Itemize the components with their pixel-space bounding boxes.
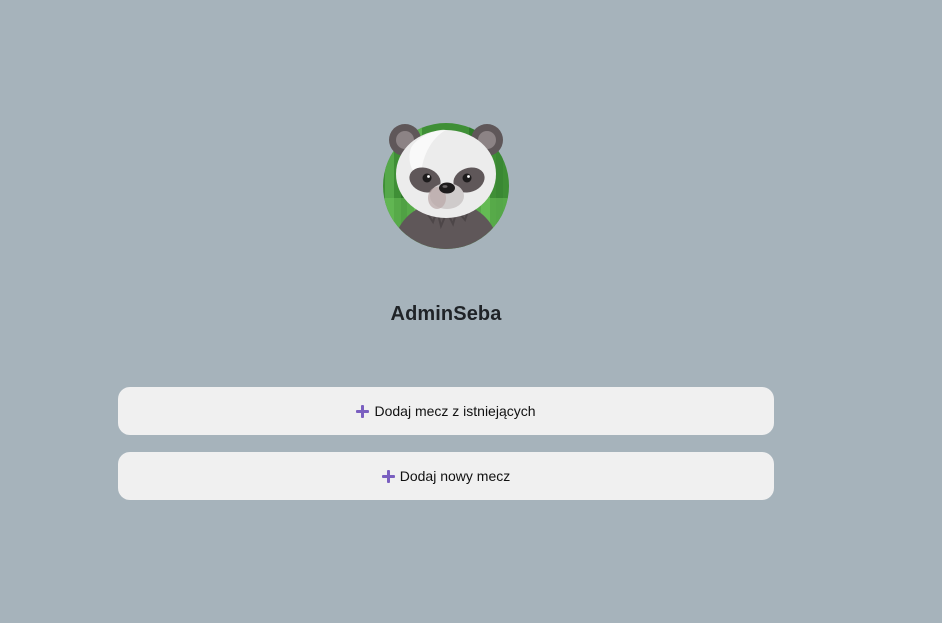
avatar xyxy=(381,118,511,250)
profile-page: AdminSeba Dodaj mecz z istniejących Doda… xyxy=(0,0,942,623)
plus-icon xyxy=(381,469,395,483)
add-existing-match-label: Dodaj mecz z istniejących xyxy=(374,403,536,419)
add-existing-match-button[interactable]: Dodaj mecz z istniejących xyxy=(118,387,774,435)
add-new-match-button[interactable]: Dodaj nowy mecz xyxy=(118,452,774,500)
panda-avatar-icon xyxy=(383,123,509,249)
add-new-match-label: Dodaj nowy mecz xyxy=(399,468,511,484)
username: AdminSeba xyxy=(390,303,502,325)
plus-icon xyxy=(356,404,370,418)
